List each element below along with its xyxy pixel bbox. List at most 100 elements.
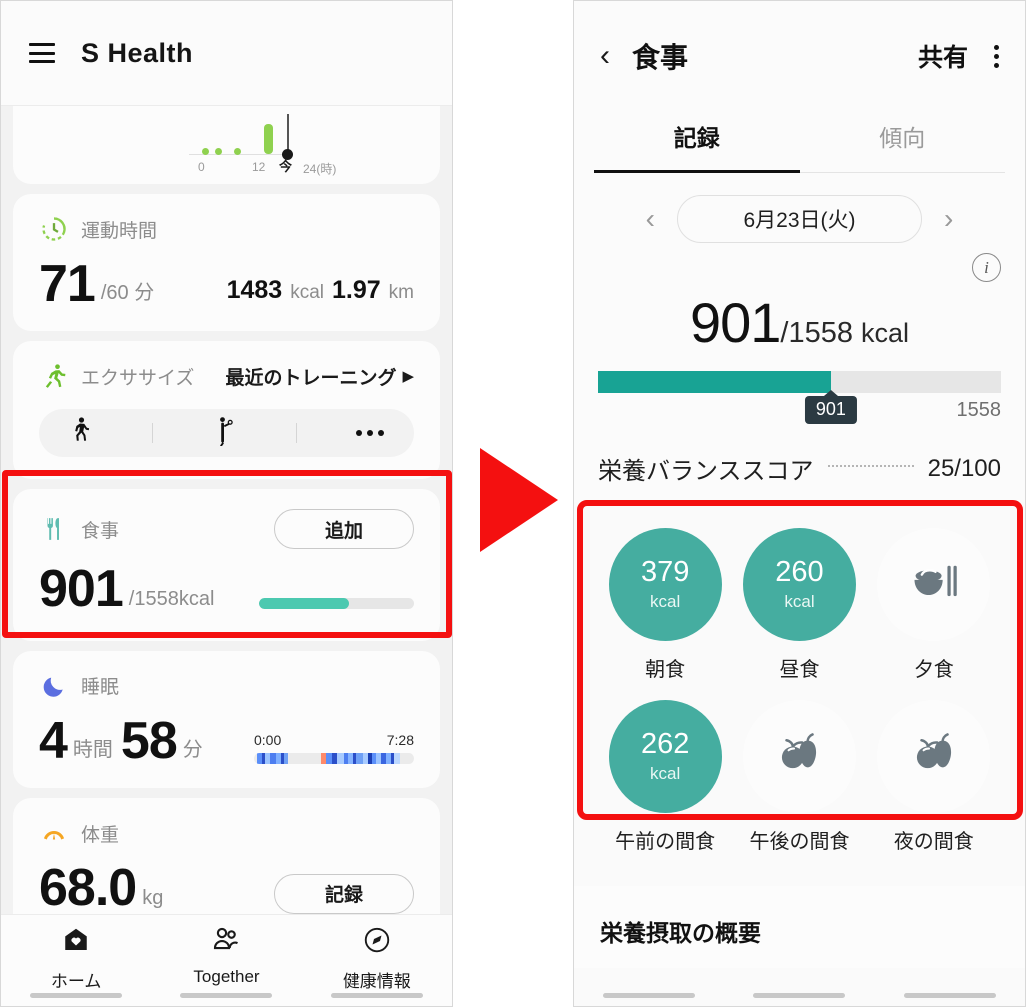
calorie-main-values: 901 /1558 kcal [598, 290, 1001, 355]
sleep-card[interactable]: 睡眠 4 時間 58 分 0:00 7:28 [13, 650, 440, 789]
back-chevron-icon[interactable]: ‹ [600, 41, 610, 71]
calorie-progress-wrap: 901 1558 [598, 371, 1001, 424]
divider [152, 423, 154, 444]
detail-title: 食事 [632, 42, 689, 73]
meal-circle-filled[interactable]: 379 kcal [608, 528, 722, 641]
exercise-distance: 1.97 [332, 276, 381, 305]
calories-consumed: 901 [689, 291, 781, 354]
exercise-card[interactable]: エクササイズ 最近のトレーニング ▶ [13, 341, 440, 480]
chart-x-label-12: 12 [252, 160, 266, 174]
meal-circle-empty[interactable] [742, 700, 856, 813]
bottom-navigation: ホーム Together 健康情報 [1, 914, 452, 1006]
phone-left-home-screen: S Health 0 12 今 24(時) 運動時間 71 /60 分 1483… [0, 0, 453, 1007]
calorie-progress-bar [598, 371, 1001, 393]
chevron-right-icon: ▶ [402, 368, 414, 386]
gesture-pill [330, 993, 423, 998]
share-button[interactable]: 共有 [918, 38, 968, 74]
home-heart-icon [61, 925, 91, 960]
sleep-start-time: 0:00 [254, 732, 282, 749]
meal-calorie-value: 379 [640, 555, 690, 588]
nutrition-overview-section[interactable]: 栄養摂取の概要 [574, 886, 1025, 968]
app-bar: S Health [1, 1, 452, 106]
meal-circle-filled[interactable]: 262 kcal [608, 700, 722, 813]
chevron-left-icon[interactable]: ‹ [646, 203, 655, 235]
date-chip[interactable]: 6月23日(火) [677, 195, 922, 243]
chart-bar [264, 124, 273, 154]
nutrition-score-label: 栄養バランススコア [598, 458, 814, 485]
gesture-nav-bar [574, 993, 1025, 998]
calorie-summary: i 901 /1558 kcal 901 1558 栄養バランススコア 25/1… [574, 249, 1025, 502]
meal-cell-3[interactable]: 夕食 [867, 528, 1001, 682]
detail-tabs: 記録 傾向 [574, 111, 1025, 173]
hamburger-icon[interactable] [29, 43, 55, 63]
recent-training-link[interactable]: 最近のトレーニング ▶ [225, 363, 414, 390]
info-icon[interactable]: i [972, 253, 1001, 282]
meal-add-button[interactable]: 追加 [274, 509, 414, 550]
meal-circle-empty[interactable] [877, 528, 991, 641]
nav-item-health-info[interactable]: 健康情報 [302, 925, 452, 992]
meal-name-label: 午後の間食 [749, 831, 850, 853]
sleep-hours: 4 [39, 711, 68, 770]
weight-record-button[interactable]: 記録 [274, 873, 414, 914]
meal-values: 901 /1558kcal [39, 563, 414, 616]
sleep-hours-unit: 時間 [72, 739, 113, 762]
home-scroll-area[interactable]: 0 12 今 24(時) 運動時間 71 /60 分 1483 kcal 1.9… [1, 106, 452, 936]
meal-calorie-value: 260 [775, 555, 824, 588]
meal-cell-1[interactable]: 379 kcal 朝食 [598, 528, 732, 682]
card-header: 食事 追加 [39, 509, 414, 550]
app-title: S Health [81, 37, 194, 68]
meal-name-label: 午前の間食 [615, 831, 716, 853]
exercise-time-card[interactable]: 運動時間 71 /60 分 1483 kcal 1.97 km [13, 194, 440, 332]
chart-dot [234, 148, 241, 155]
nav-label-together: Together [193, 967, 260, 986]
sleep-stage-bar [254, 753, 414, 765]
moon-icon [39, 671, 69, 701]
meal-cell-2[interactable]: 260 kcal 昼食 [732, 528, 866, 682]
red-right-arrow [480, 448, 558, 552]
chart-dot [202, 148, 209, 155]
gesture-pill [603, 993, 696, 998]
card-header: 睡眠 [39, 671, 414, 701]
card-header: 運動時間 [39, 214, 414, 244]
divider [295, 423, 297, 444]
nutrition-score-value: 25/100 [927, 454, 1001, 482]
sleep-stage-segment [400, 753, 414, 765]
people-icon [211, 925, 241, 960]
nav-item-home[interactable]: ホーム [1, 925, 151, 992]
sleep-end-time: 7:28 [386, 732, 414, 749]
meal-calorie-value: 262 [640, 727, 690, 760]
meal-cell-4[interactable]: 262 kcal 午前の間食 [598, 700, 732, 854]
card-header: エクササイズ 最近のトレーニング ▶ [39, 361, 414, 391]
meal-progress-bar [259, 597, 414, 609]
meal-cell-5[interactable]: 午後の間食 [732, 700, 866, 854]
meal-circle-empty[interactable] [877, 700, 991, 813]
meal-cell-6[interactable]: 夜の間食 [867, 700, 1001, 854]
clock-icon [39, 214, 69, 244]
steps-chart-card[interactable]: 0 12 今 24(時) [13, 106, 440, 184]
meal-circle-filled[interactable]: 260 kcal [742, 528, 856, 641]
tab-record[interactable]: 記録 [594, 111, 800, 173]
now-line [287, 114, 289, 154]
workout-icon[interactable] [212, 416, 236, 451]
kebab-menu-icon[interactable] [994, 44, 999, 68]
sleep-values: 4 時間 58 分 0:00 7:28 [39, 711, 414, 770]
chart-now-label: 今 [279, 159, 293, 174]
rice-bowl-icon [908, 556, 960, 613]
tab-active-indicator [594, 169, 800, 173]
walking-icon[interactable] [69, 416, 93, 451]
weight-values: 68.0 kg 記録 [39, 859, 414, 918]
fruit-icon [909, 729, 959, 784]
sleep-graph: 0:00 7:28 [254, 732, 414, 766]
weight-value: 68.0 [39, 859, 137, 918]
nutrition-overview-title: 栄養摂取の概要 [600, 920, 761, 946]
comparison-screenshot: S Health 0 12 今 24(時) 運動時間 71 /60 分 1483… [0, 0, 1026, 1007]
tab-trend[interactable]: 傾向 [800, 111, 1006, 173]
sleep-minutes: 58 [120, 711, 178, 770]
meal-card[interactable]: 食事 追加 901 /1558kcal [13, 489, 440, 641]
chevron-right-icon[interactable]: › [944, 203, 953, 235]
chart-x-label-24: 24(時) [303, 162, 337, 176]
nav-item-together[interactable]: Together [151, 925, 301, 987]
scale-icon [39, 818, 69, 848]
calorie-max-label: 1558 [956, 399, 1002, 421]
more-icon[interactable] [356, 430, 385, 437]
